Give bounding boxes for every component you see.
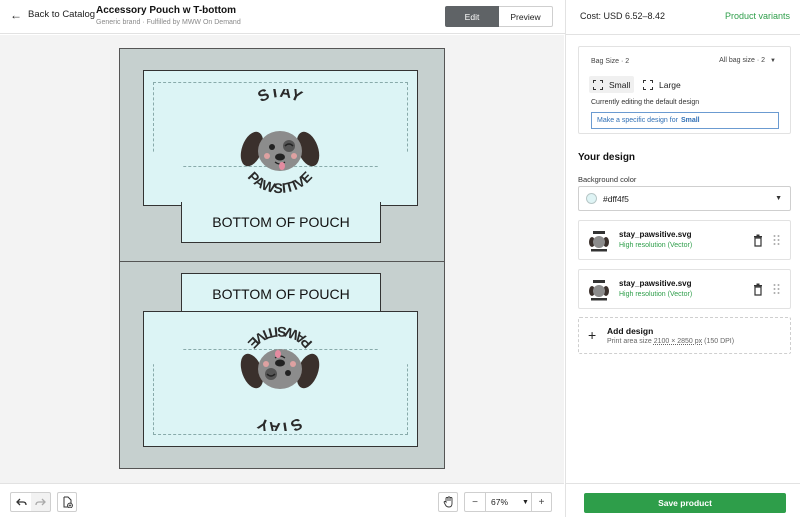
add-design-button[interactable]: + Add design Print area size 2100 × 2850… [578,317,791,354]
bottom-tab-bottom: BOTTOM OF POUCH [181,273,381,313]
product-heading: Accessory Pouch w T-bottom Generic brand… [96,5,241,26]
drag-handle-icon[interactable] [773,234,780,246]
background-color-label: Background color [578,175,637,184]
add-page-button[interactable] [57,492,77,512]
canvas-toolbar: − 67% ▼ + [0,483,564,517]
background-color-select[interactable]: #dff4f5 ▼ [578,186,791,211]
print-area-size: Print area size 2100 × 2850 px (150 DPI) [607,338,734,345]
save-bar: Save product [566,483,800,517]
bag-size-section: Bag Size · 2 All bag size · 2 ▼ Small La… [578,46,791,134]
svg-text:PAWSITIVE: PAWSITIVE [245,324,315,352]
add-design-label: Add design [607,326,654,336]
design-layer-card[interactable]: stay_pawsitive.svg High resolution (Vect… [578,269,791,309]
design-thumbnail [585,227,613,255]
redo-button[interactable] [31,492,51,512]
plus-icon: + [588,327,597,343]
cost-label: Cost: USD 6.52–8.42 [580,11,666,21]
frame-icon [643,79,653,90]
zoom-level: 67% [491,497,509,507]
mode-toggle: Edit Preview [445,6,553,27]
all-bag-size-label: All bag size · 2 [719,57,766,64]
background-color-value: #dff4f5 [603,193,629,204]
trash-icon[interactable] [753,283,763,296]
logo-text-pawsitive: PAWSITIVE [245,324,315,352]
trash-icon[interactable] [753,234,763,247]
edit-tab[interactable]: Edit [445,6,499,27]
chevron-down-icon: ▼ [522,498,529,506]
back-label: Back to Catalog [28,9,96,20]
print-area-prefix: Print area size [607,338,652,345]
design-filename: stay_pawsitive.svg [619,230,692,239]
product-variants-link[interactable]: Product variants [725,11,790,21]
divider [566,34,800,35]
specific-size: Small [680,117,700,124]
print-area-dimensions: 2100 × 2850 px [653,338,703,345]
size-option-large[interactable]: Large [639,76,685,93]
undo-button[interactable] [10,492,32,512]
color-swatch [586,193,597,204]
all-bag-size-dropdown[interactable]: All bag size · 2 ▼ [719,57,776,64]
size-label-small: Small [609,79,631,90]
back-to-catalog-link[interactable]: ← Back to Catalog [10,7,96,22]
stay-pawsitive-logo-bottom[interactable]: STAY PAWSITIVE [228,319,332,431]
fold-line [120,261,444,262]
bottom-tab-top: BOTTOM OF POUCH [181,202,381,243]
bottom-of-pouch-label: BOTTOM OF POUCH [212,285,350,302]
redo-icon [35,498,46,505]
zoom-in-button[interactable]: + [531,492,552,512]
svg-text:STAY: STAY [255,414,304,431]
stay-pawsitive-logo-top[interactable]: STAY PAWSITIVE [228,89,332,201]
design-resolution: High resolution (Vector) [619,291,693,298]
design-resolution: High resolution (Vector) [619,242,693,249]
svg-text:PAWSITIVE: PAWSITIVE [245,168,315,196]
zoom-out-button[interactable]: − [464,492,486,512]
bottom-of-pouch-label: BOTTOM OF POUCH [212,214,350,230]
size-option-small[interactable]: Small [589,76,635,93]
chevron-down-icon: ▼ [775,195,782,202]
drag-handle-icon[interactable] [773,283,780,295]
pouch-template: BOTTOM OF POUCH STAY PAWSITIVE BOTTOM OF [119,48,445,469]
product-title: Accessory Pouch w T-bottom [96,5,237,16]
size-label-large: Large [659,79,681,90]
make-specific-design-button[interactable]: Make a specific design for Small [591,112,779,129]
print-area-dpi: (150 DPI) [704,338,735,345]
frame-icon [593,79,603,90]
design-layer-card[interactable]: stay_pawsitive.svg High resolution (Vect… [578,220,791,260]
chevron-down-icon: ▼ [770,57,776,64]
design-sidebar: Cost: USD 6.52–8.42 Product variants Bag… [565,0,800,517]
arrow-left-icon: ← [10,7,22,22]
logo-text-stay: STAY [255,414,304,431]
hand-icon [443,496,452,508]
logo-text-pawsitive: PAWSITIVE [245,168,315,196]
design-canvas-area: BOTTOM OF POUCH STAY PAWSITIVE BOTTOM OF [0,35,564,483]
add-page-icon [63,496,73,508]
logo-text-stay: STAY [255,89,304,106]
bag-size-label: Bag Size · 2 [591,58,630,65]
preview-tab[interactable]: Preview [499,6,553,27]
product-subtitle: Generic brand · Fulfilled by MWW On Dema… [96,19,241,26]
design-filename: stay_pawsitive.svg [619,279,692,288]
undo-icon [15,498,27,505]
svg-text:STAY: STAY [255,89,304,106]
zoom-select[interactable]: 67% ▼ [485,492,532,512]
editor-header: ← Back to Catalog Accessory Pouch w T-bo… [0,0,565,34]
pan-tool-button[interactable] [438,492,458,512]
specific-prefix: Make a specific design for [597,117,678,124]
currently-editing-text: Currently editing the default design [591,99,700,106]
design-thumbnail [585,276,613,304]
save-product-button[interactable]: Save product [584,493,786,513]
your-design-heading: Your design [578,152,636,163]
